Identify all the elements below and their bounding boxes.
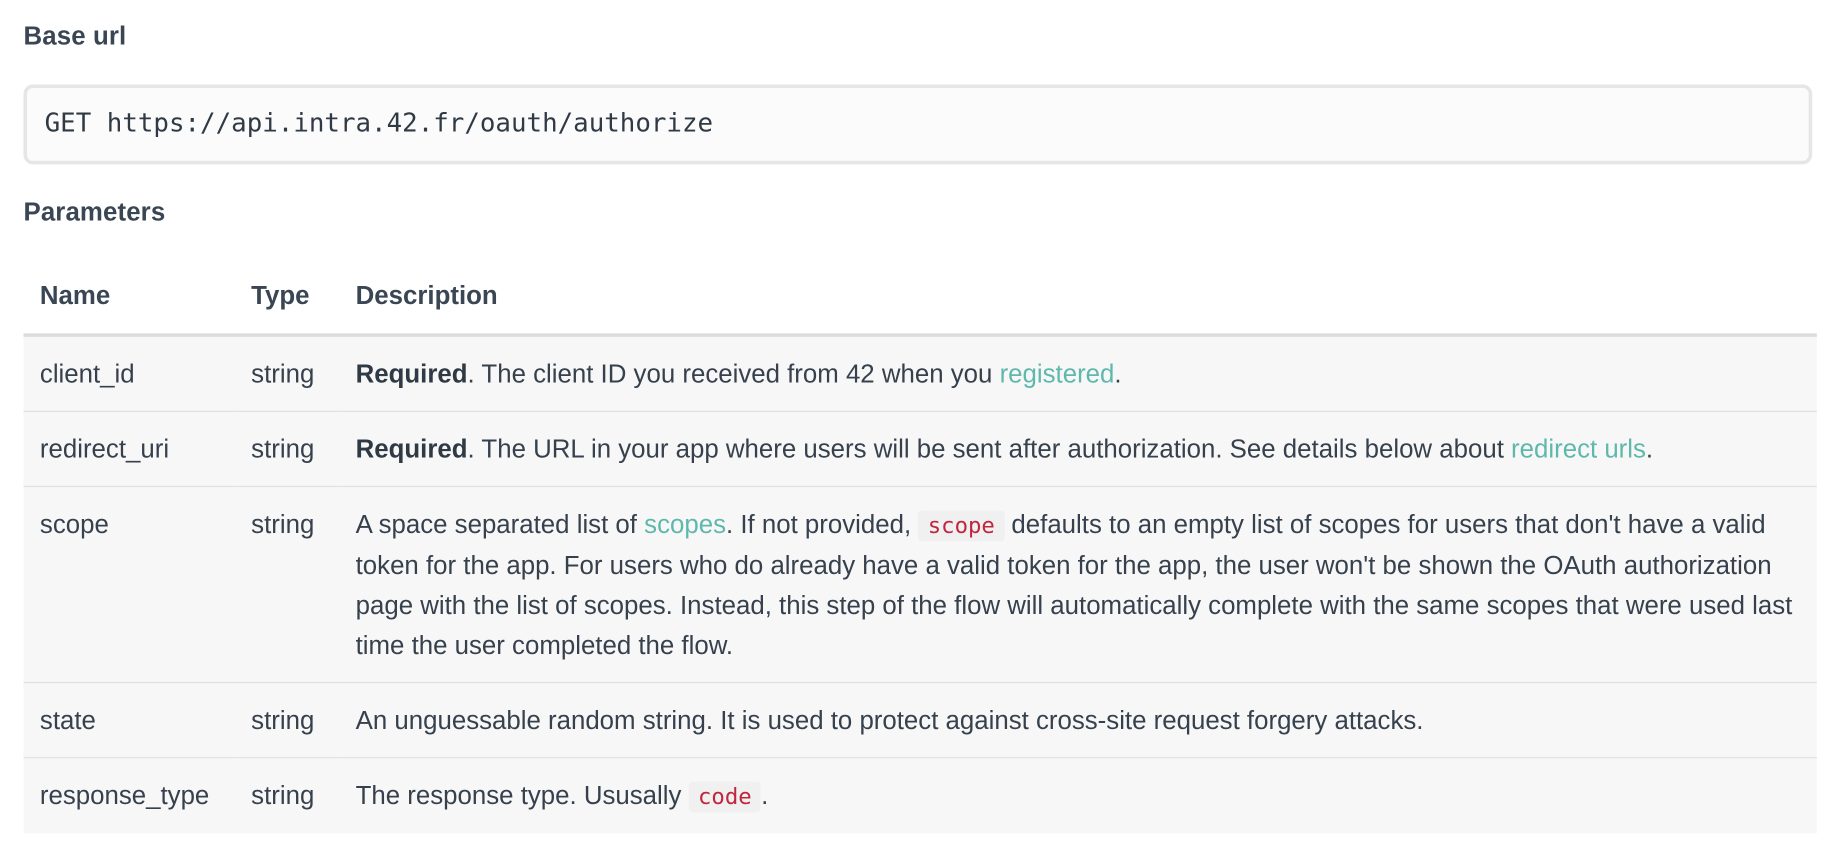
parameters-heading: Parameters [23, 197, 166, 227]
column-header-name: Name [23, 258, 235, 337]
param-type: string [234, 335, 340, 412]
column-header-type: Type [234, 258, 340, 337]
description-text: The response type. Ususally [355, 780, 689, 810]
table-row: redirect_uri string Required. The URL in… [23, 410, 1817, 487]
description-text: . The URL in your app where users will b… [467, 434, 1512, 464]
param-name: scope [23, 485, 235, 683]
param-description: An unguessable random string. It is used… [339, 681, 1817, 758]
param-type: string [234, 410, 340, 487]
param-name: redirect_uri [23, 410, 235, 487]
column-header-description: Description [339, 258, 1817, 337]
redirect-urls-link[interactable]: redirect urls [1511, 434, 1646, 463]
description-text: . If not provided, [725, 509, 919, 539]
inline-code: scope [918, 510, 1005, 542]
description-text: . The client ID you received from 42 whe… [467, 359, 1000, 389]
table-row: response_type string The response type. … [23, 757, 1817, 834]
param-description: Required. The URL in your app where user… [339, 410, 1817, 487]
param-type: string [234, 485, 340, 683]
inline-code: code [688, 781, 762, 813]
param-description: Required. The client ID you received fro… [339, 335, 1817, 412]
required-label: Required [355, 434, 468, 464]
description-text: . [761, 780, 769, 810]
param-name: state [23, 681, 235, 758]
base-url-code: GET https://api.intra.42.fr/oauth/author… [44, 109, 714, 139]
table-header-row: Name Type Description [23, 258, 1817, 337]
description-text: . [1645, 434, 1654, 464]
required-label: Required [355, 359, 468, 389]
scopes-link[interactable]: scopes [644, 509, 726, 538]
page: Base url GET https://api.intra.42.fr/oau… [0, 0, 1824, 844]
param-name: client_id [23, 335, 235, 412]
description-text: A space separated list of [355, 509, 645, 539]
table-row: scope string A space separated list of s… [23, 485, 1817, 683]
param-name: response_type [23, 757, 235, 834]
param-description: The response type. Ususally code. [339, 757, 1817, 834]
parameters-table: Name Type Description client_id string R… [23, 258, 1817, 834]
param-type: string [234, 757, 340, 834]
registered-link[interactable]: registered [1000, 359, 1115, 388]
param-type: string [234, 681, 340, 758]
table-row: state string An unguessable random strin… [23, 681, 1817, 758]
description-text: . [1114, 359, 1122, 389]
base-url-code-block: GET https://api.intra.42.fr/oauth/author… [23, 84, 1813, 165]
base-url-heading: Base url [23, 21, 127, 51]
table-row: client_id string Required. The client ID… [23, 335, 1817, 412]
param-description: A space separated list of scopes. If not… [339, 485, 1817, 683]
